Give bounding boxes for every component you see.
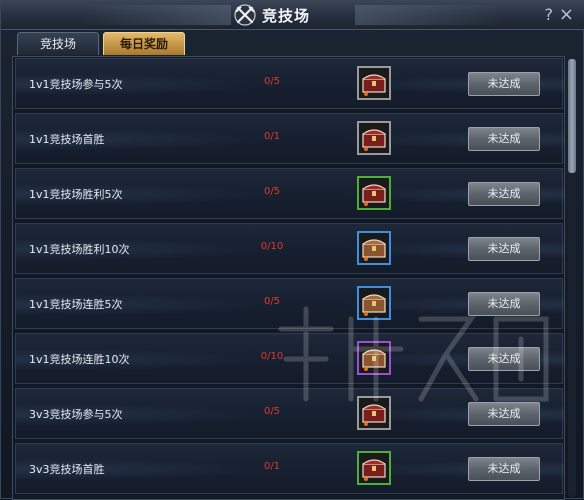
task-name: 3v3竞技场参与5次	[29, 408, 123, 421]
task-progress: 0/5	[263, 406, 281, 417]
task-row: 1v1竞技场连胜5次 0/5 未达成	[15, 278, 564, 330]
task-name: 1v1竞技场首胜	[29, 133, 105, 146]
reward-chest[interactable]	[357, 286, 391, 320]
scrollbar[interactable]	[568, 59, 576, 497]
reward-chest[interactable]	[357, 396, 391, 430]
reward-chest[interactable]	[357, 176, 391, 210]
task-row: 1v1竞技场胜利10次 0/10 未达成	[15, 223, 564, 275]
status-button[interactable]: 未达成	[468, 237, 540, 261]
status-button[interactable]: 未达成	[468, 457, 540, 481]
reward-chest[interactable]	[357, 231, 391, 265]
status-button[interactable]: 未达成	[468, 292, 540, 316]
task-row: 3v3竞技场首胜 0/1 未达成	[15, 443, 564, 495]
status-button[interactable]: 未达成	[468, 402, 540, 426]
title-bar[interactable]: 竞技场 ? ×	[1, 1, 584, 30]
status-button[interactable]: 未达成	[468, 72, 540, 96]
window-title: 竞技场	[262, 7, 311, 25]
task-progress: 0/1	[263, 461, 281, 472]
task-progress: 0/10	[260, 241, 284, 252]
close-button[interactable]: ×	[559, 4, 574, 25]
help-button[interactable]: ?	[545, 5, 554, 24]
task-name: 1v1竞技场胜利5次	[29, 188, 123, 201]
task-row: 3v3竞技场参与5次 0/5 未达成	[15, 388, 564, 440]
arena-window: 竞技场 ? × 竞技场 每日奖励 1v1竞技场参与5次 0/5 未达成 1v1竞…	[0, 0, 584, 500]
task-name: 1v1竞技场连胜10次	[29, 353, 130, 366]
task-progress: 0/5	[263, 76, 281, 87]
task-progress: 0/5	[263, 186, 281, 197]
crossed-swords-icon	[232, 3, 258, 27]
task-name: 1v1竞技场参与5次	[29, 78, 123, 91]
task-row: 1v1竞技场参与5次 0/5 未达成	[15, 58, 564, 110]
task-progress: 0/1	[263, 131, 281, 142]
scrollbar-thumb[interactable]	[568, 59, 576, 173]
reward-chest[interactable]	[357, 341, 391, 375]
status-button[interactable]: 未达成	[468, 182, 540, 206]
reward-chest[interactable]	[357, 451, 391, 485]
task-row: 1v1竞技场胜利5次 0/5 未达成	[15, 168, 564, 220]
reward-chest[interactable]	[357, 66, 391, 100]
reward-chest[interactable]	[357, 121, 391, 155]
tab-arena[interactable]: 竞技场	[17, 32, 99, 55]
status-button[interactable]: 未达成	[468, 347, 540, 371]
tab-daily-rewards[interactable]: 每日奖励	[103, 32, 185, 55]
title-ornament-left	[81, 5, 231, 25]
task-row: 1v1竞技场连胜10次 0/10 未达成	[15, 333, 564, 385]
task-name: 1v1竞技场连胜5次	[29, 298, 123, 311]
task-progress: 0/10	[260, 351, 284, 362]
title-ornament-right	[355, 5, 505, 25]
daily-task-list[interactable]: 1v1竞技场参与5次 0/5 未达成 1v1竞技场首胜 0/1 未达成 1v1竞…	[12, 56, 565, 500]
task-name: 1v1竞技场胜利10次	[29, 243, 130, 256]
task-name: 3v3竞技场首胜	[29, 463, 105, 476]
task-progress: 0/5	[263, 296, 281, 307]
task-row: 1v1竞技场首胜 0/1 未达成	[15, 113, 564, 165]
status-button[interactable]: 未达成	[468, 127, 540, 151]
